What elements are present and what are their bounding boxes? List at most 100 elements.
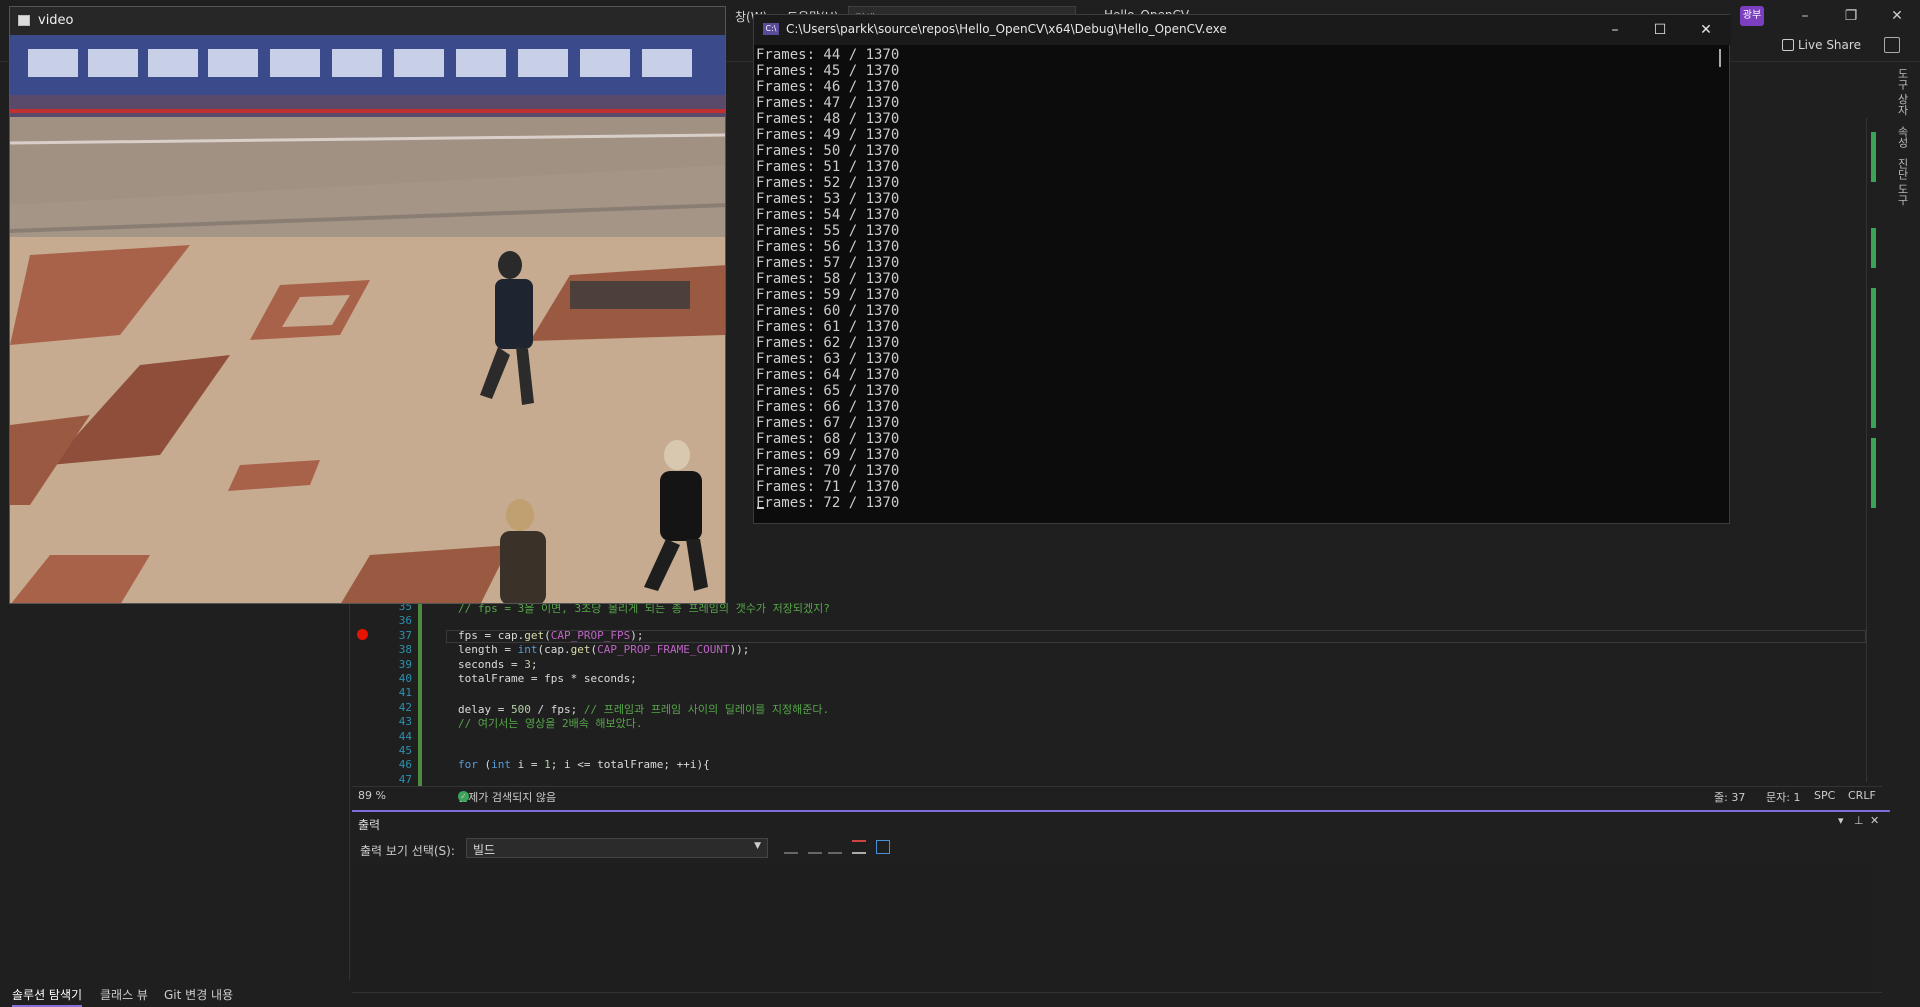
- console-cursor: [757, 507, 764, 509]
- line-number: 38: [398, 643, 412, 657]
- console-title-bar[interactable]: C:\ C:\Users\parkk\source\repos\Hello_Op…: [754, 15, 1731, 45]
- code-token: length =: [458, 643, 518, 657]
- column-indicator[interactable]: 문자: 1: [1766, 789, 1800, 805]
- code-token: 3: [524, 657, 531, 671]
- tab-git-changes[interactable]: Git 변경 내용: [164, 986, 233, 1003]
- code-token: CAP_PROP_FRAME_COUNT: [597, 643, 730, 657]
- minimize-icon[interactable]: –: [1790, 6, 1820, 26]
- line-number: 40: [398, 672, 412, 685]
- console-line: Frames: 70 / 1370: [756, 463, 900, 479]
- line-indicator[interactable]: 줄: 37: [1714, 789, 1745, 805]
- editor-scrollbar[interactable]: [1866, 118, 1880, 782]
- console-line: Frames: 69 / 1370: [756, 447, 900, 463]
- console-scrollbar[interactable]: [1719, 49, 1721, 67]
- clear-all-icon[interactable]: [852, 840, 866, 854]
- code-token: / fps;: [530, 702, 584, 716]
- console-line: Frames: 48 / 1370: [756, 111, 900, 127]
- find-message-icon[interactable]: [784, 840, 798, 854]
- code-text: // 여기서는 영상을 2배속 해보았다.: [458, 715, 643, 731]
- code-token: CAP_PROP_FPS: [550, 628, 631, 642]
- output-source-label: 출력 보기 선택(S):: [360, 844, 455, 858]
- console-line: Frames: 51 / 1370: [756, 159, 900, 175]
- console-line: Frames: 65 / 1370: [756, 383, 900, 399]
- issues-indicator[interactable]: ✓ 문제가 검색되지 않음: [458, 789, 556, 805]
- code-token: delay =: [458, 702, 511, 716]
- console-line: Frames: 57 / 1370: [756, 255, 900, 271]
- code-text: length = int(cap.get(CAP_PROP_FRAME_COUN…: [458, 643, 749, 656]
- console-window[interactable]: C:\ C:\Users\parkk\source\repos\Hello_Op…: [753, 14, 1731, 524]
- overview-mark: [1871, 132, 1876, 182]
- code-token: 1: [544, 758, 551, 772]
- tab-diagnostic-tools[interactable]: 진단 도구: [1894, 158, 1910, 206]
- next-message-icon[interactable]: [828, 840, 842, 854]
- console-line: Frames: 46 / 1370: [756, 79, 900, 95]
- close-icon[interactable]: ✕: [1882, 6, 1912, 26]
- console-line: Frames: 53 / 1370: [756, 191, 900, 207]
- console-line: Frames: 44 / 1370: [756, 47, 900, 63]
- tab-solution-explorer[interactable]: 솔루션 탐색기: [12, 986, 83, 1007]
- maximize-icon[interactable]: ☐: [1642, 19, 1678, 41]
- code-token: (cap.: [537, 643, 571, 657]
- console-icon: C:\: [763, 23, 779, 35]
- output-text-area[interactable]: [352, 864, 1872, 990]
- check-circle-icon: ✓: [458, 791, 469, 802]
- console-line: Frames: 58 / 1370: [756, 271, 900, 287]
- close-icon[interactable]: ✕: [1688, 19, 1724, 41]
- live-share-icon: [1782, 39, 1794, 51]
- code-token: );: [630, 628, 644, 642]
- output-source-value: 빌드: [473, 843, 496, 857]
- console-line: Frames: 47 / 1370: [756, 95, 900, 111]
- line-ending-indicator[interactable]: CRLF: [1848, 789, 1876, 802]
- pin-icon[interactable]: ⊥: [1854, 814, 1864, 827]
- line-number: 41: [398, 686, 412, 700]
- line-number: 45: [398, 744, 412, 757]
- code-token: int: [517, 643, 538, 657]
- overview-mark: [1871, 288, 1876, 428]
- restore-icon[interactable]: ❐: [1836, 6, 1866, 26]
- tab-properties[interactable]: 속성: [1894, 126, 1910, 148]
- code-lines[interactable]: 35// fps = 3을 이면, 3초당 몰리게 되는 총 프레임의 갯수가 …: [352, 600, 1872, 786]
- console-line: Frames: 72 / 1370: [756, 495, 900, 511]
- chevron-down-icon: ▼: [754, 841, 761, 851]
- video-window[interactable]: video: [9, 6, 726, 604]
- console-line: Frames: 59 / 1370: [756, 287, 900, 303]
- whitespace-indicator[interactable]: SPC: [1814, 789, 1835, 802]
- previous-message-icon[interactable]: [808, 840, 822, 854]
- feedback-icon[interactable]: [1884, 37, 1900, 53]
- panel-close-icon[interactable]: ✕: [1870, 814, 1879, 827]
- output-scrollbar[interactable]: [352, 992, 1882, 1006]
- output-source-select[interactable]: 빌드 ▼: [466, 838, 768, 858]
- console-line: Frames: 61 / 1370: [756, 319, 900, 335]
- code-token: (: [477, 758, 492, 772]
- avatar[interactable]: 광부: [1740, 6, 1764, 26]
- line-number: 36: [398, 614, 412, 628]
- code-token: int: [491, 758, 511, 772]
- console-line: Frames: 60 / 1370: [756, 303, 900, 319]
- console-line: Frames: 64 / 1370: [756, 367, 900, 383]
- output-title: 출력: [358, 818, 381, 832]
- solution-explorer-panel: [0, 600, 350, 1006]
- console-line: Frames: 50 / 1370: [756, 143, 900, 159]
- tab-class-view[interactable]: 클래스 뷰: [100, 986, 148, 1003]
- minimize-icon[interactable]: –: [1597, 19, 1633, 41]
- live-share-button[interactable]: Live Share: [1782, 38, 1861, 52]
- panel-menu-icon[interactable]: ▾: [1838, 814, 1844, 827]
- console-line: Frames: 56 / 1370: [756, 239, 900, 255]
- code-text: fps = cap.get(CAP_PROP_FPS);: [458, 629, 643, 642]
- line-number: 43: [398, 715, 412, 729]
- code-token: (: [544, 628, 551, 642]
- code-token: ; i <= totalFrame; ++i){: [550, 758, 710, 772]
- tab-toolbox[interactable]: 도구 상자: [1894, 68, 1910, 116]
- line-number: 46: [398, 758, 412, 772]
- console-output[interactable]: Frames: 44 / 1370 Frames: 45 / 1370 Frames…: [754, 45, 1731, 523]
- output-panel: 출력 ▾ ⊥ ✕ 출력 보기 선택(S): 빌드 ▼: [352, 810, 1890, 1006]
- solution-panel-tabs: 솔루션 탐색기 클래스 뷰 Git 변경 내용: [0, 980, 350, 1007]
- word-wrap-icon[interactable]: [876, 840, 890, 854]
- code-text: totalFrame = fps * seconds;: [458, 672, 637, 685]
- line-number: 42: [398, 700, 412, 714]
- video-title-bar[interactable]: video: [10, 7, 725, 35]
- code-token: get: [524, 628, 545, 642]
- console-line: Frames: 49 / 1370: [756, 127, 900, 143]
- window-icon: [18, 15, 30, 26]
- zoom-level[interactable]: 89 %: [358, 789, 386, 802]
